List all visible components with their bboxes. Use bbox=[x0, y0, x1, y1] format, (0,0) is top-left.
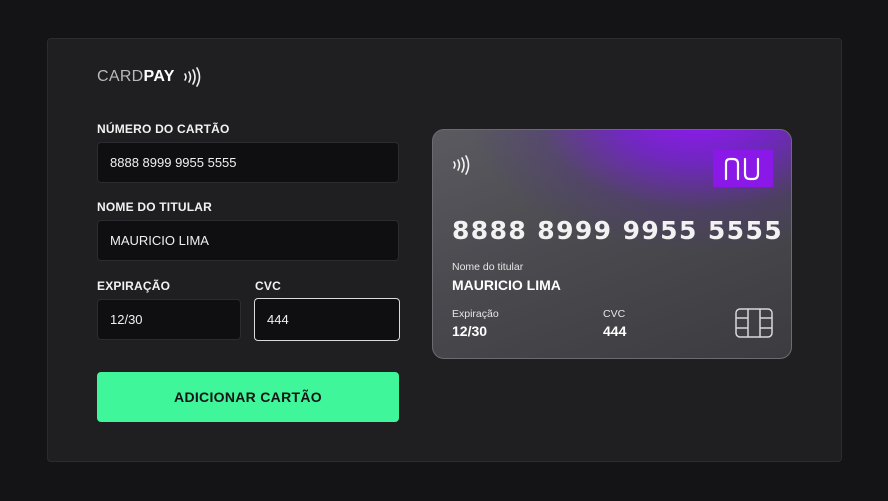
card-holder-name: MAURICIO LIMA bbox=[452, 277, 561, 293]
expiry-input[interactable]: 12/30 bbox=[97, 299, 241, 340]
card-number-label: NÚMERO DO CARTÃO bbox=[97, 122, 230, 136]
card-cvc-value: 444 bbox=[603, 323, 627, 339]
card-number-input[interactable]: 8888 8999 9955 5555 bbox=[97, 142, 399, 183]
holder-label: NOME DO TITULAR bbox=[97, 200, 212, 214]
nubank-logo bbox=[713, 150, 773, 187]
contactless-icon bbox=[183, 67, 201, 87]
card-holder-label: Nome do titular bbox=[452, 261, 524, 273]
card-cvc-label: CVC bbox=[603, 308, 626, 320]
brand-text-light: CARD bbox=[97, 68, 144, 85]
contactless-icon bbox=[453, 155, 470, 175]
brand-logo: CARDPAY bbox=[97, 66, 201, 88]
card-preview: 8888 8999 9955 5555 Nome do titular MAUR… bbox=[432, 129, 792, 359]
card-expiry-value: 12/30 bbox=[452, 323, 488, 339]
chip-icon bbox=[735, 308, 773, 338]
card-expiry-label: Expiração bbox=[452, 308, 499, 320]
expiry-label: EXPIRAÇÃO bbox=[97, 279, 171, 293]
card-number-display: 8888 8999 9955 5555 bbox=[452, 216, 784, 245]
holder-input[interactable]: MAURICIO LIMA bbox=[97, 220, 399, 261]
brand-text-bold: PAY bbox=[143, 68, 175, 85]
cvc-input[interactable]: 444 bbox=[254, 298, 400, 341]
cvc-label: CVC bbox=[255, 279, 281, 293]
add-card-button[interactable]: ADICIONAR CARTÃO bbox=[97, 372, 399, 422]
